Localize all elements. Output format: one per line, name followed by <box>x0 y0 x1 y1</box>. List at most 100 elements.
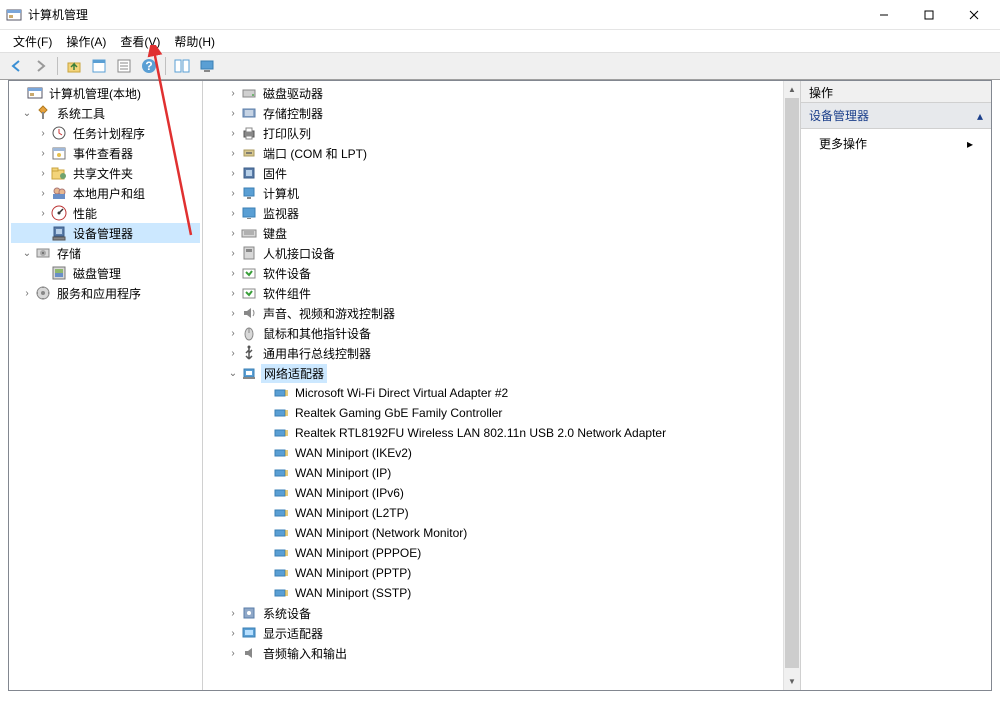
collapse-icon[interactable]: ▴ <box>977 109 983 123</box>
category-monitors[interactable]: › 监视器 <box>205 203 781 223</box>
expander-icon[interactable]: › <box>35 185 51 201</box>
tree-event-viewer[interactable]: › 事件查看器 <box>11 143 200 163</box>
category-audio-io[interactable]: ›音频输入和输出 <box>205 643 781 663</box>
item-label: 监视器 <box>261 204 301 223</box>
expander-icon[interactable]: › <box>225 225 241 241</box>
category-display-adapters[interactable]: ›显示适配器 <box>205 623 781 643</box>
tree-device-manager[interactable]: 设备管理器 <box>11 223 200 243</box>
network-adapter-item[interactable]: WAN Miniport (PPPOE) <box>205 543 781 563</box>
network-adapter-item[interactable]: WAN Miniport (SSTP) <box>205 583 781 603</box>
expander-icon[interactable]: › <box>225 265 241 281</box>
expander-icon[interactable]: › <box>225 125 241 141</box>
scroll-up-icon[interactable]: ▲ <box>784 81 800 98</box>
expander-icon[interactable]: › <box>225 85 241 101</box>
monitor-button[interactable] <box>195 55 219 77</box>
netadapter-icon <box>273 385 289 401</box>
category-sound[interactable]: ›声音、视频和游戏控制器 <box>205 303 781 323</box>
expander-icon[interactable]: › <box>19 285 35 301</box>
netadapter-icon <box>273 465 289 481</box>
expander-icon[interactable]: › <box>225 145 241 161</box>
category-software-devices[interactable]: ›软件设备 <box>205 263 781 283</box>
category-usb-controllers[interactable]: ›通用串行总线控制器 <box>205 343 781 363</box>
category-storage-controllers[interactable]: ›存储控制器 <box>205 103 781 123</box>
tree-services-apps[interactable]: › 服务和应用程序 <box>11 283 200 303</box>
expander-icon[interactable]: › <box>225 605 241 621</box>
back-button[interactable] <box>4 55 28 77</box>
maximize-button[interactable] <box>906 0 951 30</box>
expander-icon[interactable]: › <box>225 305 241 321</box>
actions-section-title[interactable]: 设备管理器 ▴ <box>801 103 991 129</box>
category-system-devices[interactable]: ›系统设备 <box>205 603 781 623</box>
tree-system-tools[interactable]: ⌄ 系统工具 <box>11 103 200 123</box>
expander-icon[interactable]: › <box>35 165 51 181</box>
network-adapter-item[interactable]: WAN Miniport (PPTP) <box>205 563 781 583</box>
category-network-adapters[interactable]: ⌄网络适配器 <box>205 363 781 383</box>
network-adapter-item[interactable]: WAN Miniport (IP) <box>205 463 781 483</box>
tree-local-users[interactable]: › 本地用户和组 <box>11 183 200 203</box>
network-adapter-item[interactable]: Microsoft Wi-Fi Direct Virtual Adapter #… <box>205 383 781 403</box>
expander-icon[interactable]: › <box>225 185 241 201</box>
menu-help[interactable]: 帮助(H) <box>167 31 222 52</box>
expander-icon[interactable]: › <box>225 105 241 121</box>
close-button[interactable] <box>951 0 996 30</box>
app-icon <box>6 7 22 23</box>
category-firmware[interactable]: ›固件 <box>205 163 781 183</box>
view-button[interactable] <box>112 55 136 77</box>
expander-icon[interactable]: ⌄ <box>225 365 241 381</box>
expander-icon[interactable]: › <box>225 165 241 181</box>
properties-button[interactable] <box>87 55 111 77</box>
category-hid[interactable]: ›人机接口设备 <box>205 243 781 263</box>
category-disk-drives[interactable]: › 磁盘驱动器 <box>205 83 781 103</box>
performance-icon <box>51 205 67 221</box>
tree-disk-management[interactable]: 磁盘管理 <box>11 263 200 283</box>
network-adapter-item[interactable]: WAN Miniport (L2TP) <box>205 503 781 523</box>
expander-icon[interactable]: ⌄ <box>19 245 35 261</box>
tree-storage[interactable]: ⌄ 存储 <box>11 243 200 263</box>
expander-icon[interactable]: › <box>225 325 241 341</box>
up-button[interactable] <box>62 55 86 77</box>
expander-icon[interactable]: › <box>225 285 241 301</box>
expander-icon[interactable]: › <box>225 245 241 261</box>
expander-icon[interactable]: ⌄ <box>19 105 35 121</box>
network-adapter-item[interactable]: Realtek RTL8192FU Wireless LAN 802.11n U… <box>205 423 781 443</box>
tree-root[interactable]: 计算机管理(本地) <box>11 83 200 103</box>
tree-task-scheduler[interactable]: › 任务计划程序 <box>11 123 200 143</box>
category-ports[interactable]: ›端口 (COM 和 LPT) <box>205 143 781 163</box>
netadapter-icon <box>273 545 289 561</box>
category-computer[interactable]: ›计算机 <box>205 183 781 203</box>
category-mice[interactable]: ›鼠标和其他指针设备 <box>205 323 781 343</box>
more-actions-item[interactable]: 更多操作 ▸ <box>801 129 991 158</box>
console-tree[interactable]: 计算机管理(本地) ⌄ 系统工具 › 任务计划程序 › 事件查看器 › 共享文件… <box>9 81 203 690</box>
sound-icon <box>241 305 257 321</box>
menu-file[interactable]: 文件(F) <box>6 31 59 52</box>
item-label: 磁盘驱动器 <box>261 84 325 103</box>
expander-icon[interactable]: › <box>225 345 241 361</box>
controller-icon <box>241 105 257 121</box>
help-button[interactable] <box>137 55 161 77</box>
menu-action[interactable]: 操作(A) <box>59 31 113 52</box>
expander-icon[interactable]: › <box>35 145 51 161</box>
category-keyboards[interactable]: ›键盘 <box>205 223 781 243</box>
pane-button[interactable] <box>170 55 194 77</box>
category-print-queues[interactable]: ›打印队列 <box>205 123 781 143</box>
tree-performance[interactable]: › 性能 <box>11 203 200 223</box>
minimize-button[interactable] <box>861 0 906 30</box>
forward-button[interactable] <box>29 55 53 77</box>
network-adapter-item[interactable]: Realtek Gaming GbE Family Controller <box>205 403 781 423</box>
expander-icon[interactable]: › <box>35 205 51 221</box>
category-software-components[interactable]: ›软件组件 <box>205 283 781 303</box>
scroll-down-icon[interactable]: ▼ <box>784 673 800 690</box>
vertical-scrollbar[interactable]: ▲ ▼ <box>783 81 800 690</box>
software-icon <box>241 285 257 301</box>
mmc-icon <box>27 85 43 101</box>
menu-view[interactable]: 查看(V) <box>113 31 167 52</box>
expander-icon[interactable]: › <box>225 645 241 661</box>
tree-shared-folders[interactable]: › 共享文件夹 <box>11 163 200 183</box>
expander-icon[interactable]: › <box>35 125 51 141</box>
network-adapter-item[interactable]: WAN Miniport (IPv6) <box>205 483 781 503</box>
network-adapter-item[interactable]: WAN Miniport (IKEv2) <box>205 443 781 463</box>
network-adapter-item[interactable]: WAN Miniport (Network Monitor) <box>205 523 781 543</box>
scrollbar-thumb[interactable] <box>785 98 799 668</box>
expander-icon[interactable]: › <box>225 625 241 641</box>
expander-icon[interactable]: › <box>225 205 241 221</box>
